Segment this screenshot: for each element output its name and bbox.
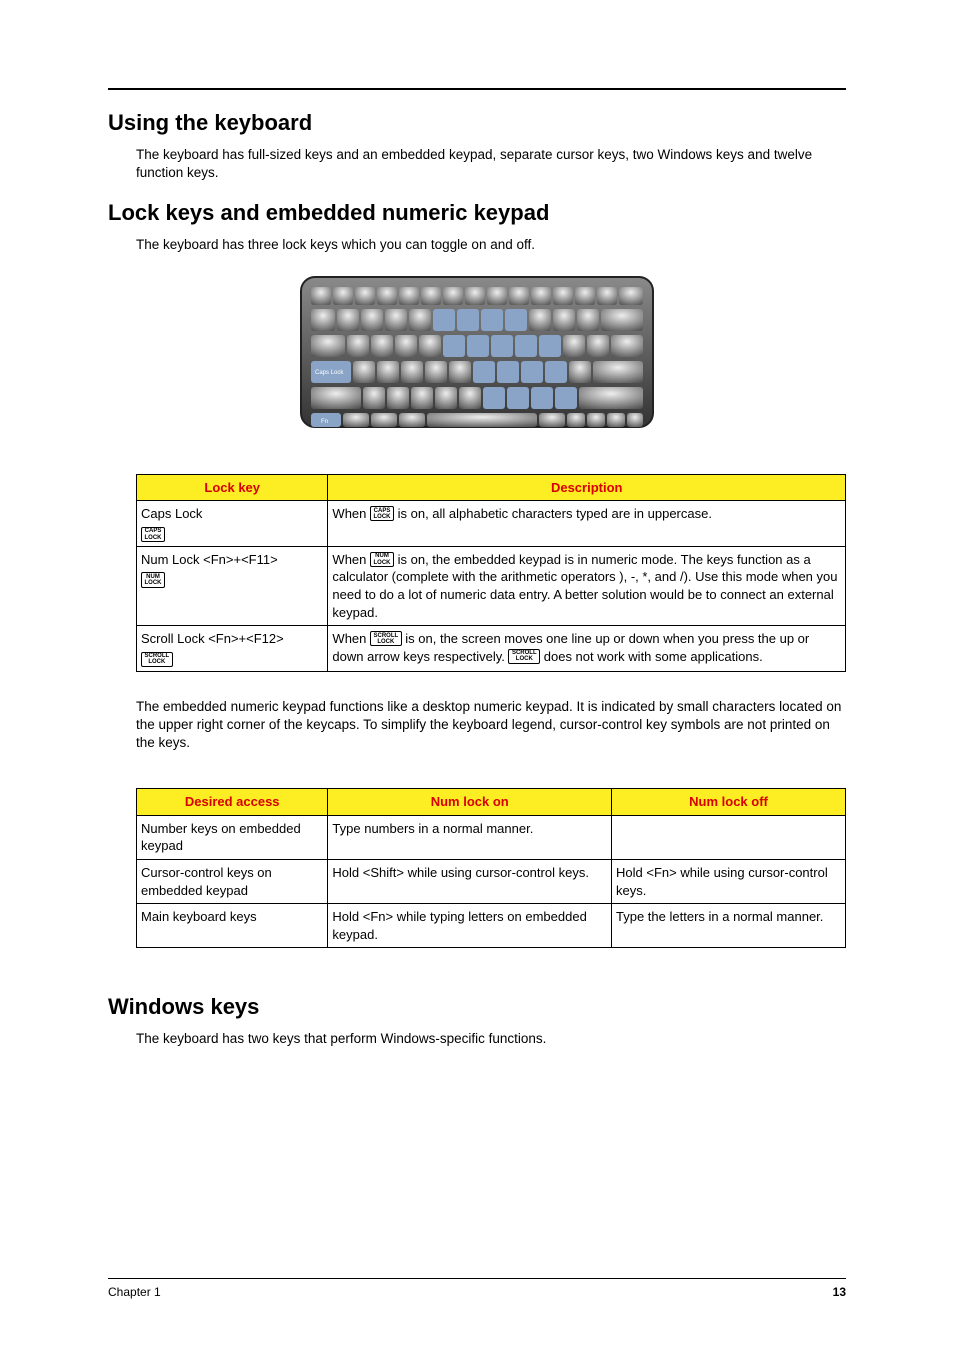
cell-text: is on, all alphabetic characters typed a…: [394, 506, 712, 521]
table-row: Num Lock <Fn>+<F11> NUMLOCK When NUMLOCK…: [137, 546, 846, 625]
heading-lock-keys: Lock keys and embedded numeric keypad: [108, 200, 846, 226]
num-lock-keycap-icon: NUMLOCK: [141, 572, 165, 587]
cell-text: Number keys on embedded keypad: [137, 815, 328, 859]
cell-text: Type the letters in a normal manner.: [612, 904, 846, 948]
cell-text: Cursor-control keys on embedded keypad: [137, 860, 328, 904]
cell-text: Hold <Shift> while using cursor-control …: [328, 860, 612, 904]
cell-text: When: [332, 506, 370, 521]
cell-text: [612, 815, 846, 859]
table-header: Num lock on: [328, 789, 612, 816]
page-footer: Chapter 1 13: [108, 1278, 846, 1299]
keyboard-icon: Caps Lock: [297, 273, 657, 433]
cell-text: When: [332, 631, 370, 646]
table-header: Lock key: [137, 474, 328, 501]
scroll-lock-keycap-icon: SCROLLLOCK: [370, 631, 402, 646]
footer-chapter: Chapter 1: [108, 1285, 161, 1299]
cell-text: When: [332, 552, 370, 567]
cell-text: Num Lock <Fn>+<F11>: [141, 552, 278, 567]
scroll-lock-keycap-icon: SCROLLLOCK: [508, 649, 540, 664]
table-row: Caps Lock CAPSLOCK When CAPSLOCK is on, …: [137, 501, 846, 547]
paragraph: The keyboard has full-sized keys and an …: [108, 146, 846, 182]
caps-lock-keycap-icon: CAPSLOCK: [370, 506, 394, 521]
cell-text: Caps Lock: [141, 506, 202, 521]
heading-windows-keys: Windows keys: [108, 994, 846, 1020]
paragraph: The embedded numeric keypad functions li…: [108, 698, 846, 753]
page: Using the keyboard The keyboard has full…: [0, 0, 954, 1351]
keyboard-illustration: Caps Lock: [108, 273, 846, 438]
svg-text:Caps Lock: Caps Lock: [315, 370, 344, 376]
cell-text: Type numbers in a normal manner.: [328, 815, 612, 859]
paragraph: The keyboard has two keys that perform W…: [108, 1030, 846, 1048]
table-row: Number keys on embedded keypad Type numb…: [137, 815, 846, 859]
table-header: Num lock off: [612, 789, 846, 816]
paragraph: The keyboard has three lock keys which y…: [108, 236, 846, 254]
top-rule: [108, 88, 846, 90]
cell-text: Scroll Lock <Fn>+<F12>: [141, 631, 284, 646]
table-row: Main keyboard keys Hold <Fn> while typin…: [137, 904, 846, 948]
caps-lock-keycap-icon: CAPSLOCK: [141, 527, 165, 542]
num-lock-keycap-icon: NUMLOCK: [370, 552, 394, 567]
lock-keys-table: Lock key Description Caps Lock CAPSLOCK …: [136, 474, 846, 672]
num-lock-table: Desired access Num lock on Num lock off …: [136, 788, 846, 948]
table-row: Scroll Lock <Fn>+<F12> SCROLLLOCK When S…: [137, 626, 846, 672]
table-row: Cursor-control keys on embedded keypad H…: [137, 860, 846, 904]
cell-text: Hold <Fn> while typing letters on embedd…: [328, 904, 612, 948]
svg-text:Fn: Fn: [321, 419, 328, 425]
footer-page-number: 13: [833, 1285, 846, 1299]
table-header: Description: [328, 474, 846, 501]
cell-text: Main keyboard keys: [137, 904, 328, 948]
cell-text: Hold <Fn> while using cursor-control key…: [612, 860, 846, 904]
scroll-lock-keycap-icon: SCROLLLOCK: [141, 652, 173, 667]
cell-text: does not work with some applications.: [540, 649, 763, 664]
heading-using-the-keyboard: Using the keyboard: [108, 110, 846, 136]
cell-text: is on, the embedded keypad is in numeric…: [332, 552, 837, 620]
table-header: Desired access: [137, 789, 328, 816]
